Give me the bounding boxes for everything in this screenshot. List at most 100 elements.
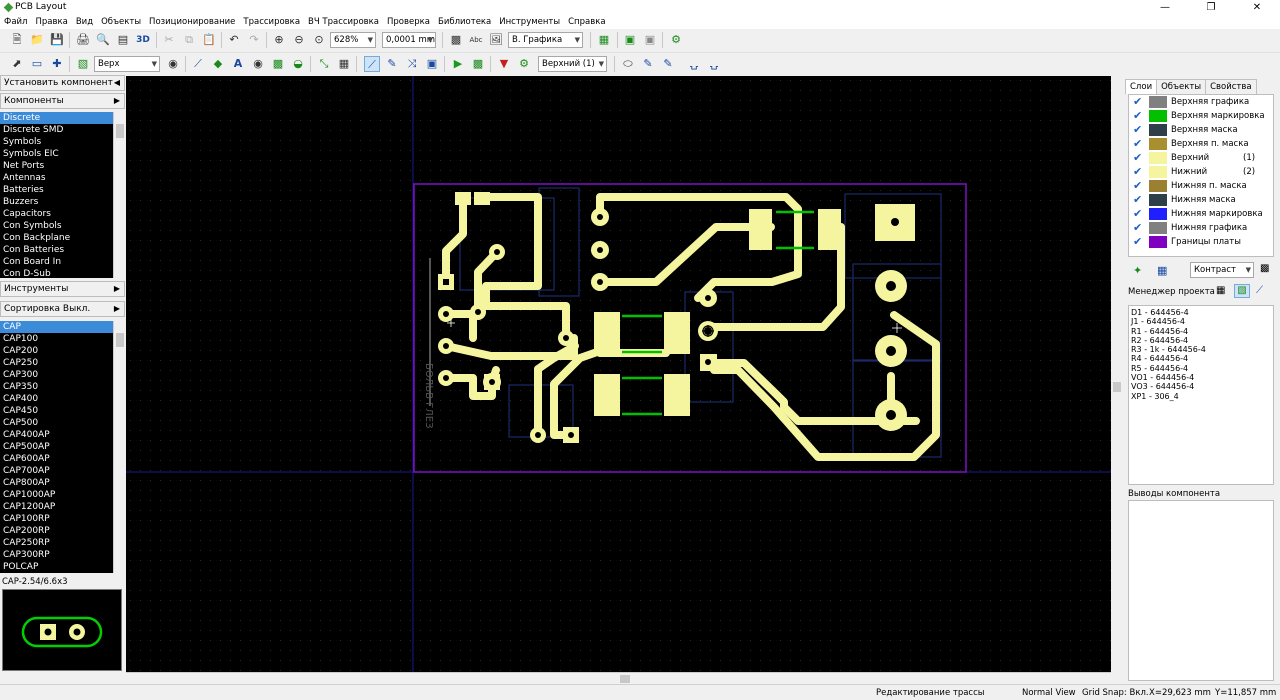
paste-icon[interactable]: 📋 [201, 32, 217, 48]
list-item[interactable]: Discrete [0, 112, 113, 124]
redo-icon[interactable]: ↷ [246, 32, 262, 48]
layer-up-icon[interactable]: ✎ [640, 56, 656, 72]
menu-help[interactable]: Справка [564, 15, 609, 29]
tools-header[interactable]: Инструменты ▶ [0, 281, 125, 297]
list-item[interactable]: VO3 - 644456-4 [1131, 382, 1271, 391]
layer-color-swatch[interactable] [1149, 110, 1167, 122]
via-tool-icon[interactable]: ◆ [210, 56, 226, 72]
pulse-alt-icon[interactable]: ⍽ [706, 56, 722, 72]
route-edit-icon[interactable]: ✎ [384, 56, 400, 72]
layer-row[interactable]: ✔ Нижняя п. маска [1129, 179, 1273, 193]
project-manager-list[interactable]: D1 - 644456-4 J1 - 644456-4 R1 - 644456-… [1128, 305, 1274, 485]
zoom-combo[interactable]: 628% ▼ [330, 32, 376, 48]
list-item[interactable]: CAP250RP [0, 537, 113, 549]
menu-view[interactable]: Вид [72, 15, 97, 29]
tab-objects[interactable]: Объекты [1156, 79, 1207, 94]
layer-color-swatch[interactable] [1149, 124, 1167, 136]
part-list[interactable]: CAP CAP100 CAP200 CAP250 CAP300 CAP350 C… [0, 321, 125, 573]
new-file-icon[interactable]: 🗎 [9, 32, 25, 48]
list-item[interactable]: Symbols [0, 136, 113, 148]
menu-library[interactable]: Библиотека [434, 15, 495, 29]
undo-icon[interactable]: ↶ [226, 32, 242, 48]
layer-row[interactable]: ✔ Верхний (1) [1129, 151, 1273, 165]
list-item[interactable]: Con Symbols [0, 220, 113, 232]
list-item[interactable]: CAP100 [0, 333, 113, 345]
route-trace-icon[interactable]: ⟋ [364, 56, 380, 72]
layer-row[interactable]: ✔ Границы платы [1129, 235, 1273, 249]
crosshair-icon[interactable]: ✚ [49, 56, 65, 72]
binoculars-icon[interactable]: ◉ [165, 56, 181, 72]
install-component-header[interactable]: Установить компонент ◀ [0, 75, 125, 91]
check-icon[interactable]: ✔ [1133, 96, 1144, 107]
layer-color-swatch[interactable] [1149, 96, 1167, 108]
pulse-icon[interactable]: ⍽ [686, 56, 702, 72]
ellipse-icon[interactable]: ⬭ [620, 56, 636, 72]
manager-component-icon[interactable]: ▧ [1234, 284, 1250, 298]
layer-color-swatch[interactable] [1149, 222, 1167, 234]
settings-icon[interactable]: ⚙ [668, 32, 684, 48]
open-folder-icon[interactable]: 📁 [29, 32, 45, 48]
zoom-out-icon[interactable]: ⊖ [291, 32, 307, 48]
grid-icon[interactable]: ▦ [336, 56, 352, 72]
component-move-icon[interactable]: ▣ [424, 56, 440, 72]
list-item[interactable]: R1 - 644456-4 [1131, 327, 1271, 336]
list-item[interactable]: CAP100RP [0, 513, 113, 525]
layer-color-swatch[interactable] [1149, 236, 1167, 248]
image-tool-icon[interactable]: 🖼 [488, 32, 504, 48]
print-icon[interactable]: 🖨 [75, 32, 91, 48]
pcb-canvas[interactable]: БОЛЬВ ГЛЕЗ [126, 76, 1111, 672]
menu-check[interactable]: Проверка [383, 15, 434, 29]
check-icon[interactable]: ✔ [1133, 236, 1144, 247]
list-item[interactable]: VO1 - 644456-4 [1131, 373, 1271, 382]
check-icon[interactable]: ✔ [1133, 110, 1144, 121]
layer-color-swatch[interactable] [1149, 180, 1167, 192]
check-icon[interactable]: ✔ [1133, 152, 1144, 163]
list-item[interactable]: Discrete SMD [0, 124, 113, 136]
list-item[interactable]: J1 - 644456-4 [1131, 317, 1271, 326]
list-item[interactable]: CAP [0, 321, 113, 333]
list-item[interactable]: Symbols EIC [0, 148, 113, 160]
list-item[interactable]: CAP1000AP [0, 489, 113, 501]
grid-combo[interactable]: 0,0001 mm ▼ [382, 32, 436, 48]
cut-icon[interactable]: ✂ [161, 32, 177, 48]
run-icon[interactable]: ▶ [450, 56, 466, 72]
autoroute-icon[interactable]: ▦ [596, 32, 612, 48]
list-item[interactable]: CAP500AP [0, 441, 113, 453]
layer-color-swatch[interactable] [1149, 208, 1167, 220]
list-item[interactable]: Con D-Sub [0, 268, 113, 278]
circle-pad-icon[interactable]: ◉ [250, 56, 266, 72]
layer-color-swatch[interactable] [1149, 194, 1167, 206]
list-item[interactable]: CAP250 [0, 357, 113, 369]
check-icon[interactable]: ✔ [1133, 208, 1144, 219]
list-item[interactable]: POLCAP [0, 561, 113, 573]
measure-icon[interactable]: ⤡ [316, 56, 332, 72]
check-icon[interactable]: ✔ [1133, 138, 1144, 149]
sort-header[interactable]: Сортировка Выкл. ▶ [0, 301, 125, 317]
drc-icon[interactable]: ▩ [470, 56, 486, 72]
component-pins-list[interactable] [1128, 500, 1274, 681]
check-icon[interactable]: ✔ [1133, 166, 1144, 177]
list-item[interactable]: CAP400 [0, 393, 113, 405]
canvas-vscrollbar[interactable] [1111, 76, 1123, 672]
print-preview-icon[interactable]: 🔍 [95, 32, 111, 48]
layer-row[interactable]: ✔ Верхняя п. маска [1129, 137, 1273, 151]
polygon-icon[interactable]: ▩ [270, 56, 286, 72]
layer-row[interactable]: ✔ Нижний (2) [1129, 165, 1273, 179]
list-item[interactable]: Con Board In [0, 256, 113, 268]
layer-row[interactable]: ✔ Нижняя маркировка [1129, 207, 1273, 221]
zoom-fit-icon[interactable]: ⊙ [311, 32, 327, 48]
list-item[interactable]: CAP300RP [0, 549, 113, 561]
list-item[interactable]: Buzzers [0, 196, 113, 208]
layer-settings-icon[interactable]: ▦ [1157, 264, 1167, 277]
canvas-hscrollbar[interactable] [126, 672, 1111, 684]
list-item[interactable]: Con Batteries [0, 244, 113, 256]
text-a-icon[interactable]: A [230, 56, 246, 72]
menu-rf-routing[interactable]: ВЧ Трассировка [304, 15, 383, 29]
pad-icon[interactable]: ▭ [29, 56, 45, 72]
tab-properties[interactable]: Свойства [1205, 79, 1257, 94]
component-disabled-icon[interactable]: ▣ [642, 32, 658, 48]
contrast-icon[interactable]: ▩ [1260, 263, 1269, 274]
list-item[interactable]: Batteries [0, 184, 113, 196]
pointer-icon[interactable]: ⬈ [9, 56, 25, 72]
list-item[interactable]: CAP400AP [0, 429, 113, 441]
